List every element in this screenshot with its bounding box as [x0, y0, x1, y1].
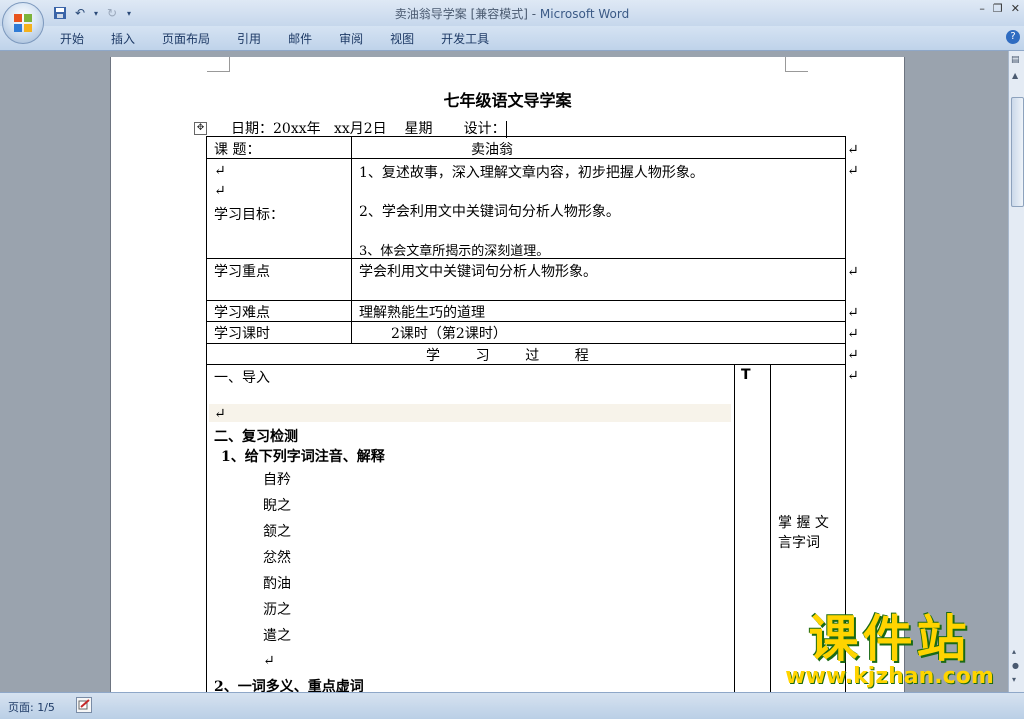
vocab-word[interactable]: 忿然: [263, 547, 291, 567]
row-divider: [206, 300, 846, 301]
watermark-title: 课件站: [808, 610, 971, 668]
minimize-icon[interactable]: –: [979, 2, 985, 15]
column-divider: [770, 364, 771, 692]
scroll-up-icon[interactable]: ▲: [1012, 71, 1018, 80]
hours-value[interactable]: 2课时（第2课时）: [391, 323, 507, 343]
browse-object-icon[interactable]: ●: [1012, 661, 1019, 670]
tab-page-layout[interactable]: 页面布局: [162, 30, 210, 47]
proofing-icon[interactable]: [76, 697, 92, 713]
tab-insert[interactable]: 插入: [111, 30, 135, 47]
document-workspace: 七年级语文导学案 ✥ 日期：20xx年 xx月2日 星期 设计： 课 题： 卖油…: [0, 51, 1008, 692]
paragraph-mark-icon: ↵: [847, 347, 859, 363]
vocab-word[interactable]: 沥之: [263, 599, 291, 619]
row-divider: [206, 343, 846, 344]
key-point-label[interactable]: 学习重点: [214, 261, 270, 281]
date-line-text: 日期：20xx年 xx月2日 星期 设计：: [231, 121, 506, 137]
column-divider: [351, 136, 352, 343]
paragraph-mark-icon: ↵: [847, 264, 859, 280]
process-header[interactable]: 学 习 过 程: [426, 345, 589, 365]
scroll-thumb[interactable]: [1011, 97, 1024, 207]
ribbon: 开始 插入 页面布局 引用 邮件 审阅 视图 开发工具 ?: [0, 26, 1024, 51]
topic-value[interactable]: 卖油翁: [471, 139, 513, 159]
subsection-pronunciation[interactable]: 1、给下列字词注音、解释: [221, 446, 385, 466]
title-bar: ↶ ▾ ↻ ▾ 卖油翁导学案 [兼容模式] - Microsoft Word –…: [0, 0, 1024, 26]
document-page[interactable]: 七年级语文导学案 ✥ 日期：20xx年 xx月2日 星期 设计： 课 题： 卖油…: [110, 57, 905, 692]
row-divider: [206, 321, 846, 322]
subsection-polysemy[interactable]: 2、一词多义、重点虚词: [214, 676, 364, 692]
section-review[interactable]: 二、复习检测: [214, 426, 298, 446]
section-intro[interactable]: 一、导入: [214, 367, 270, 387]
previous-page-icon[interactable]: ▴: [1012, 647, 1016, 656]
next-page-icon[interactable]: ▾: [1012, 675, 1016, 684]
window-title: 卖油翁导学案 [兼容模式] - Microsoft Word: [0, 5, 1024, 22]
difficulty-label[interactable]: 学习难点: [214, 302, 270, 322]
key-point-value[interactable]: 学会利用文中关键词句分析人物形象。: [359, 261, 597, 281]
vertical-scrollbar[interactable]: ▤ ▲ ▴ ● ▾: [1008, 51, 1024, 692]
tab-review[interactable]: 审阅: [339, 30, 363, 47]
tab-view[interactable]: 视图: [390, 30, 414, 47]
highlighted-paragraph: [209, 404, 731, 422]
text-cursor: [505, 120, 507, 138]
office-button[interactable]: [2, 2, 44, 44]
goal-label[interactable]: 学习目标：: [214, 204, 284, 224]
side-note-line[interactable]: 掌 握 文: [778, 512, 829, 532]
close-icon[interactable]: ✕: [1011, 2, 1020, 15]
paragraph-mark-icon: ↵: [847, 142, 859, 158]
watermark-url: www.kjzhan.com: [785, 664, 994, 689]
vocab-word[interactable]: 自矜: [263, 469, 291, 489]
topic-label[interactable]: 课 题：: [214, 139, 260, 159]
tab-home[interactable]: 开始: [60, 30, 84, 47]
tab-references[interactable]: 引用: [237, 30, 261, 47]
date-line[interactable]: 日期：20xx年 xx月2日 星期 设计：: [231, 118, 507, 138]
help-icon[interactable]: ?: [1006, 30, 1020, 44]
paragraph-mark-icon: ↵: [214, 406, 226, 422]
ribbon-tabs: 开始 插入 页面布局 引用 邮件 审阅 视图 开发工具: [60, 30, 516, 47]
tab-mailings[interactable]: 邮件: [288, 30, 312, 47]
window-controls: – ❐ ✕: [979, 2, 1020, 15]
paragraph-mark-icon: ↵: [214, 163, 226, 179]
document-name: 卖油翁导学案 [兼容模式] -: [394, 7, 540, 21]
crop-mark-left: [207, 57, 230, 72]
page-counter[interactable]: 页面: 1/5: [8, 699, 55, 715]
document-title[interactable]: 七年级语文导学案: [111, 87, 904, 111]
side-note-line[interactable]: 言字词: [778, 532, 820, 552]
watermark-logo: 课件站 www.kjzhan.com: [772, 612, 1007, 688]
difficulty-value[interactable]: 理解熟能生巧的道理: [359, 302, 485, 322]
vocab-word[interactable]: 遣之: [263, 625, 291, 645]
paragraph-mark-icon: ↵: [847, 326, 859, 342]
vocab-word[interactable]: 睨之: [263, 495, 291, 515]
paragraph-mark-icon: ↵: [214, 183, 226, 199]
row-divider: [206, 158, 846, 159]
restore-icon[interactable]: ❐: [993, 2, 1003, 15]
paragraph-mark-icon: ↵: [847, 305, 859, 321]
goal-item[interactable]: 2、学会利用文中关键词句分析人物形象。: [359, 201, 620, 221]
paragraph-mark-icon: ↵: [263, 653, 275, 669]
tab-developer[interactable]: 开发工具: [441, 30, 489, 47]
paragraph-mark-icon: ↵: [847, 163, 859, 179]
hours-label[interactable]: 学习课时: [214, 323, 270, 343]
office-logo-icon: [14, 14, 32, 32]
t-marker[interactable]: T: [741, 367, 751, 383]
column-divider: [734, 364, 735, 692]
crop-mark-right: [785, 57, 808, 72]
goal-item[interactable]: 3、体会文章所揭示的深刻道理。: [359, 240, 549, 259]
vocab-word[interactable]: 颔之: [263, 521, 291, 541]
app-name: Microsoft Word: [539, 7, 630, 21]
goal-item[interactable]: 1、复述故事，深入理解文章内容，初步把握人物形象。: [359, 162, 704, 182]
status-bar: 页面: 1/5: [0, 692, 1024, 719]
ruler-toggle-icon[interactable]: ▤: [1011, 55, 1020, 65]
paragraph-mark-icon: ↵: [847, 368, 859, 384]
vocab-word[interactable]: 酌油: [263, 573, 291, 593]
table-move-handle-icon[interactable]: ✥: [194, 122, 207, 135]
